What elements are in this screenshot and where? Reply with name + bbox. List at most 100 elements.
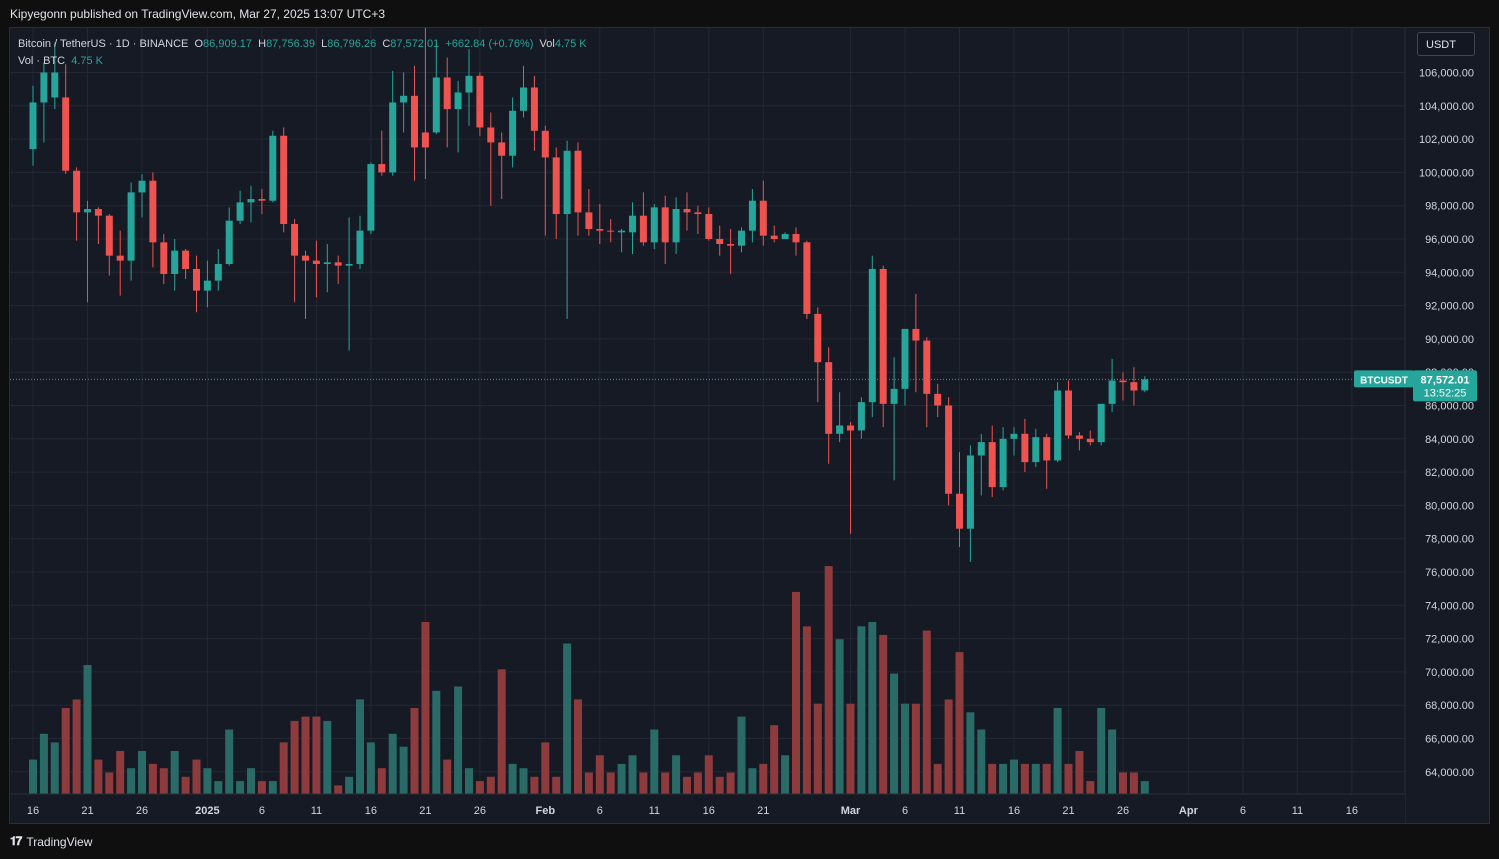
candlestick-chart[interactable]: 106,000.00 104,000.00 102,000.00 100,000.00…: [10, 28, 1490, 824]
price-tick-label: 96,000.00: [1425, 234, 1474, 246]
candle-body: [1075, 435, 1083, 439]
countdown-value: 13:52:25: [1424, 387, 1467, 399]
price-tick-label: 104,000.00: [1419, 101, 1474, 113]
candle-body: [258, 199, 266, 201]
time-tick-label: 6: [902, 805, 908, 817]
time-tick-label: 16: [365, 805, 377, 817]
time-tick-label: 6: [597, 805, 603, 817]
candle-body: [945, 405, 953, 494]
time-tick-label: 11: [311, 805, 322, 817]
volume-bar: [1053, 708, 1062, 794]
candle-body: [792, 234, 800, 243]
price-tick-label: 82,000.00: [1425, 467, 1474, 479]
time-tick-label: 11: [1292, 805, 1303, 817]
candle-body: [40, 72, 48, 103]
volume-bar: [595, 755, 604, 794]
candle-body: [661, 207, 669, 243]
candle-body: [618, 230, 626, 233]
price-tick-label: 94,000.00: [1425, 267, 1474, 279]
volume-bar: [737, 716, 746, 794]
low-value: 86,796.26: [327, 38, 377, 50]
currency-selector[interactable]: USDT: [1417, 32, 1475, 56]
volume-bar: [574, 699, 582, 794]
time-tick-label: 26: [136, 805, 148, 817]
time-tick-label: 16: [1008, 805, 1020, 817]
candle-body: [323, 262, 331, 264]
volume-bar: [497, 669, 506, 794]
volume-bar: [94, 759, 103, 794]
price-tick-label: 86,000.00: [1425, 401, 1474, 413]
candle-body: [443, 77, 451, 110]
candle-body: [411, 95, 418, 148]
candle-body: [269, 135, 277, 201]
volume-bar: [988, 763, 997, 794]
price-tick-label: 68,000.00: [1425, 700, 1474, 712]
volume-bar: [879, 634, 888, 794]
candle-body: [759, 200, 767, 236]
volume-bar: [1086, 781, 1095, 794]
volume-bar: [846, 703, 855, 794]
candle-body: [334, 262, 342, 266]
volume-bar: [672, 755, 681, 794]
volume-bar: [443, 759, 452, 794]
candle-body: [563, 150, 571, 215]
volume-bar: [181, 776, 190, 794]
candle-body: [1010, 433, 1018, 439]
candle-body: [520, 87, 527, 111]
candle-body: [62, 97, 70, 171]
candle-body: [836, 425, 844, 434]
published-header: Kipyegonn published on TradingView.com, …: [10, 7, 386, 21]
time-tick-label: 6: [259, 805, 265, 817]
candle-body: [541, 130, 549, 158]
candle-body: [127, 192, 135, 261]
tradingview-logo-icon[interactable]: 𝟏𝟕: [10, 834, 22, 849]
price-tick-label: 84,000.00: [1425, 434, 1474, 446]
volume-bar: [39, 733, 48, 794]
time-tick-label: 11: [649, 805, 660, 817]
volume-bar: [552, 776, 561, 794]
price-tick-label: 74,000.00: [1425, 600, 1474, 612]
candle-body: [868, 268, 876, 403]
candle-body: [193, 268, 200, 291]
symbol-label[interactable]: Bitcoin / TetherUS · 1D · BINANCE: [18, 38, 188, 50]
volume-bar: [857, 626, 866, 794]
time-tick-label: Apr: [1179, 805, 1199, 817]
time-tick-label: 16: [1346, 805, 1358, 817]
volume-bar: [465, 768, 473, 794]
candle-body: [977, 442, 985, 456]
candle-body: [84, 209, 91, 213]
candle-body: [432, 77, 440, 133]
volume-bar: [1119, 772, 1127, 794]
change-value: +662.84 (+0.76%): [445, 38, 534, 50]
candle-body: [530, 87, 538, 131]
volume-bar: [247, 768, 255, 794]
volume-bar: [410, 708, 419, 794]
candle-body: [509, 110, 517, 156]
volume-bar: [50, 742, 59, 794]
volume-bar: [715, 776, 724, 794]
candle-body: [705, 214, 713, 239]
candle-body: [1097, 403, 1105, 443]
candle-body: [476, 75, 484, 128]
volume-bar: [72, 699, 81, 794]
volume-bar: [922, 630, 931, 794]
volume-bar: [563, 643, 572, 794]
volume-bar: [366, 742, 375, 794]
candle-body: [650, 207, 658, 243]
volume-bar: [792, 591, 800, 794]
candle-body: [498, 142, 506, 156]
price-tick-label: 66,000.00: [1425, 734, 1474, 746]
volume-bar: [966, 712, 975, 794]
time-tick-label: 6: [1240, 805, 1246, 817]
chart-area[interactable]: Bitcoin / TetherUS · 1D · BINANCE O86,90…: [9, 27, 1490, 824]
volume-bar: [541, 742, 550, 794]
candle-body: [727, 243, 735, 246]
volume-bar: [944, 699, 953, 794]
brand-name[interactable]: TradingView: [26, 835, 92, 849]
price-tick-label: 100,000.00: [1419, 167, 1474, 179]
candle-body: [214, 263, 222, 281]
price-tick-label: 70,000.00: [1425, 667, 1474, 679]
volume-bar: [454, 686, 463, 794]
volume-series-label[interactable]: Vol · BTC: [18, 55, 65, 67]
time-tick-label: 26: [474, 805, 486, 817]
